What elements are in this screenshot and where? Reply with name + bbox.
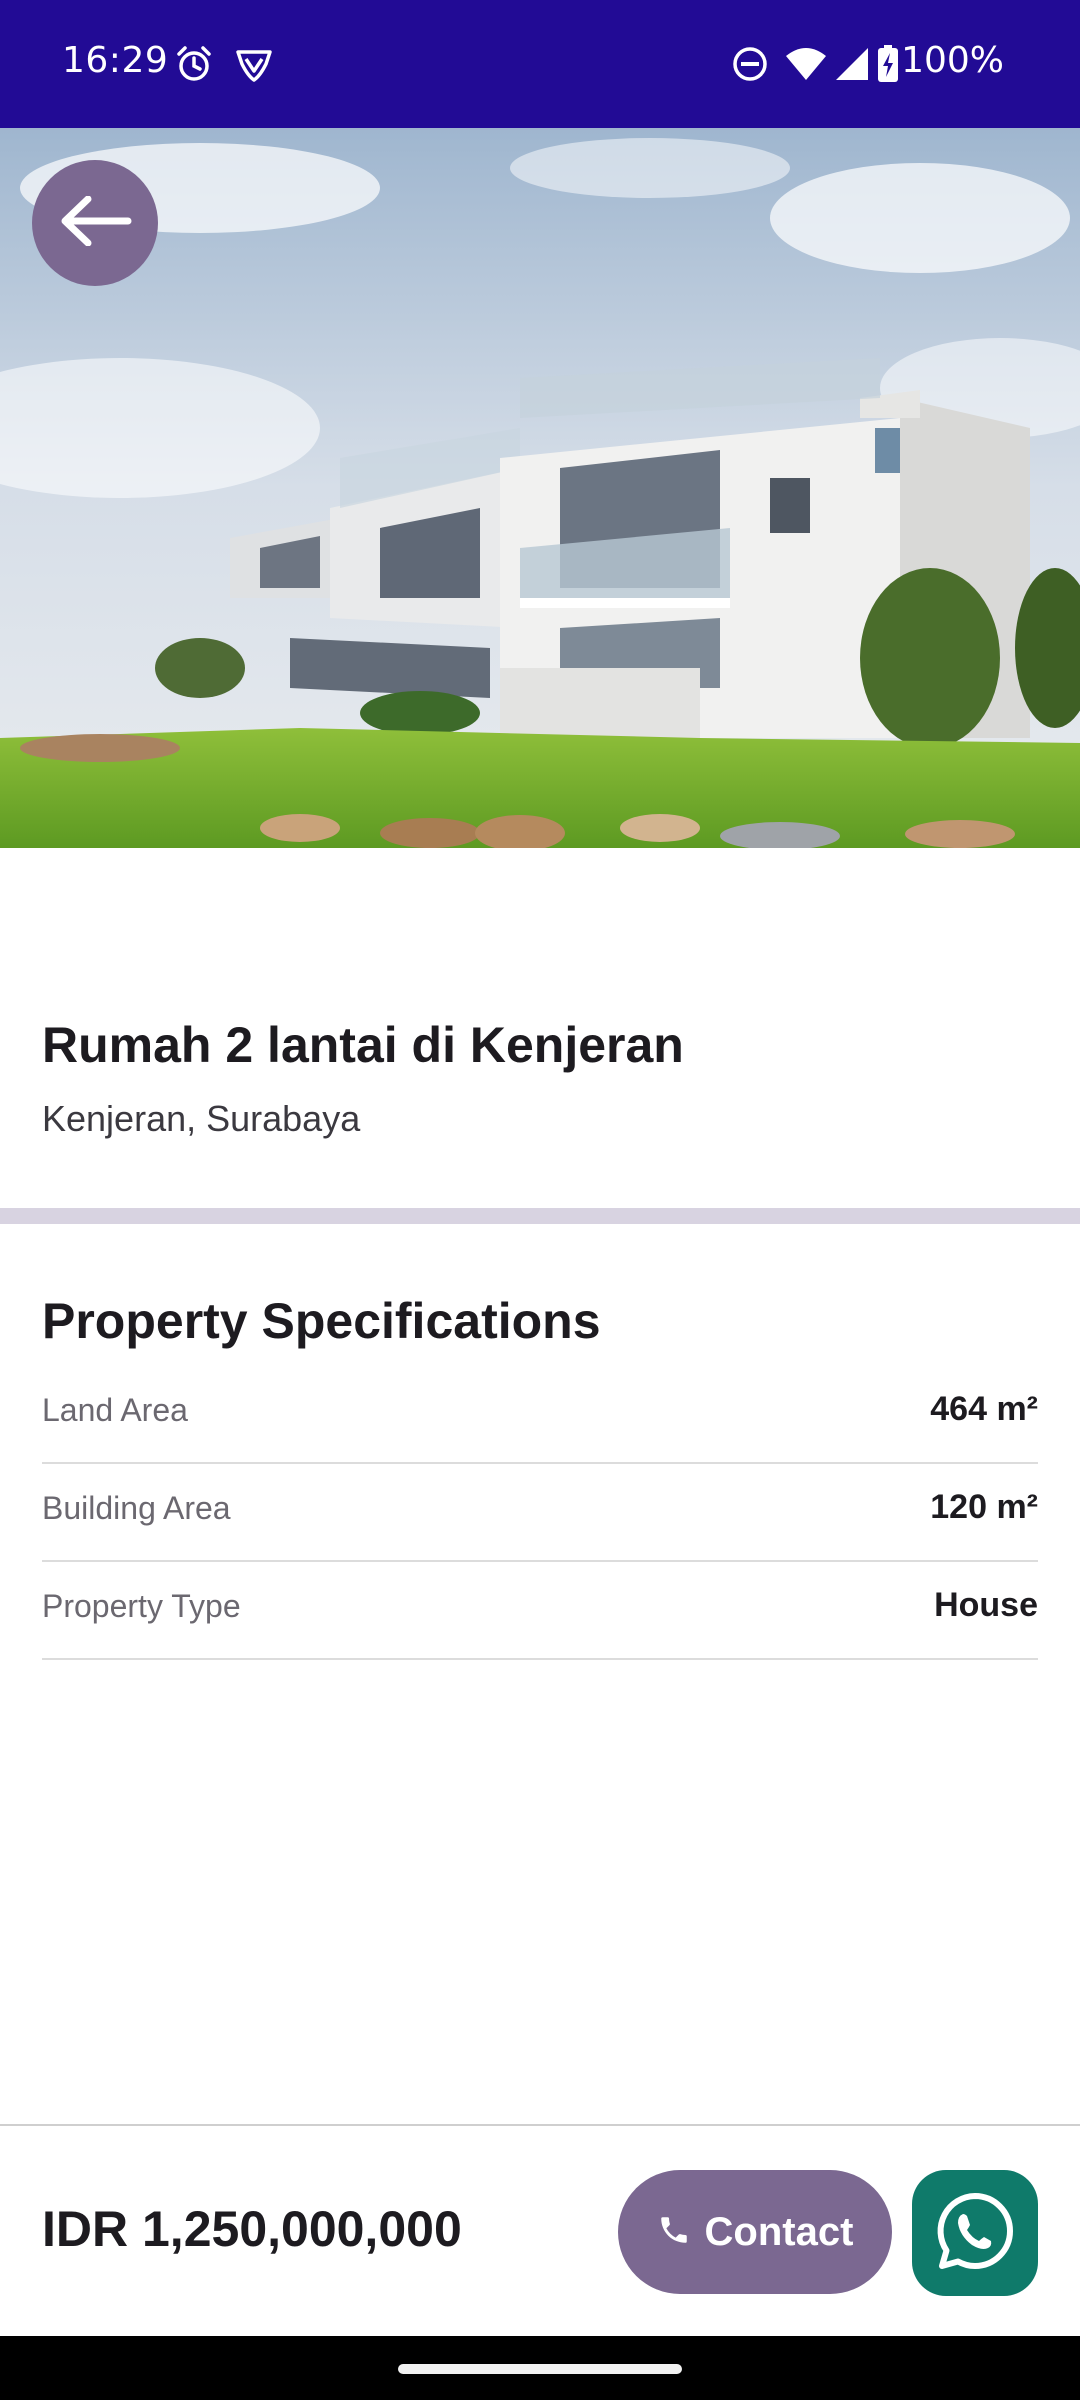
battery-percentage: 100% (901, 40, 1004, 81)
cellular-signal-icon (832, 44, 872, 84)
spec-label: Building Area (42, 1490, 231, 1526)
spec-label: Property Type (42, 1588, 241, 1624)
status-bar: 16:29 100% (0, 0, 1080, 128)
property-detail-screen: 16:29 100% Rumah 2 lantai di Kenjeran Ke… (0, 0, 1080, 2400)
arrow-left-icon (58, 195, 132, 251)
listing-price: IDR 1,250,000,000 (42, 2201, 462, 2257)
status-time: 16:29 (62, 40, 169, 81)
section-divider (0, 1208, 1080, 1224)
system-navigation-bar (0, 2336, 1080, 2400)
listing-title: Rumah 2 lantai di Kenjeran (42, 1017, 684, 1073)
whatsapp-icon (932, 2188, 1018, 2279)
property-photo (0, 128, 1080, 848)
alarm-icon (174, 44, 214, 84)
spec-row-building-area: Building Area 120 m² (42, 1464, 1038, 1562)
bottom-action-bar: IDR 1,250,000,000 Contact (0, 2124, 1080, 2338)
whatsapp-button[interactable] (912, 2170, 1038, 2296)
spec-label: Land Area (42, 1392, 188, 1428)
spec-value: 464 m² (930, 1390, 1038, 1428)
phone-icon (657, 2213, 691, 2252)
wifi-icon (784, 44, 828, 84)
home-indicator[interactable] (398, 2364, 682, 2374)
listing-location: Kenjeran, Surabaya (42, 1098, 361, 1139)
contact-label: Contact (704, 2209, 854, 2254)
do-not-disturb-icon (730, 44, 770, 84)
spec-value: House (934, 1586, 1038, 1624)
back-button[interactable] (32, 160, 158, 286)
contact-button[interactable]: Contact (618, 2170, 892, 2294)
vpn-shield-icon (234, 44, 274, 84)
spec-value: 120 m² (930, 1488, 1038, 1526)
spec-row-land-area: Land Area 464 m² (42, 1366, 1038, 1464)
battery-charging-icon (876, 44, 900, 84)
spec-row-property-type: Property Type House (42, 1562, 1038, 1660)
specs-heading: Property Specifications (42, 1293, 601, 1349)
